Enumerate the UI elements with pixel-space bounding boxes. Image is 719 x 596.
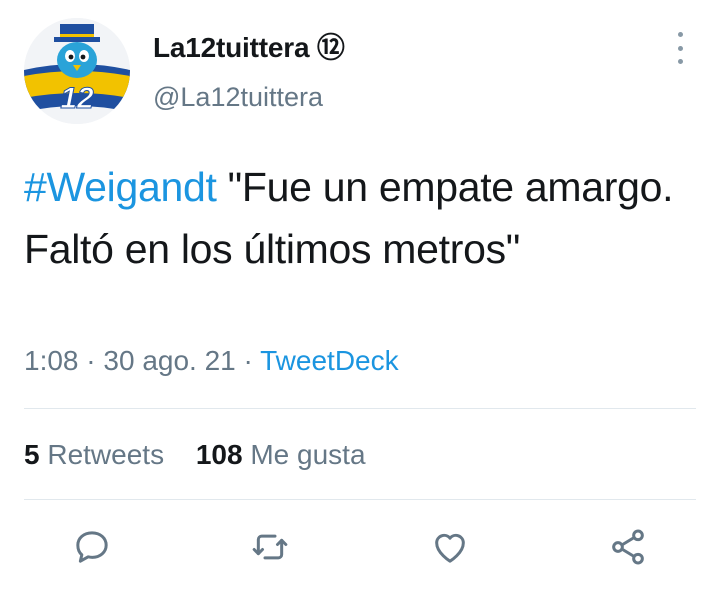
likes-count: 108: [195, 439, 243, 470]
retweets-count: 5: [24, 439, 40, 470]
tweet-stats: 5 Retweets 108 Me gusta: [24, 439, 390, 471]
display-name[interactable]: La12tuittera ⑫: [153, 26, 345, 66]
avatar-number: 12: [60, 82, 94, 115]
action-bar: [0, 525, 719, 573]
share-icon: [612, 529, 644, 565]
divider: [24, 408, 696, 409]
user-handle[interactable]: @La12tuittera: [153, 82, 323, 113]
retweets-stat[interactable]: 5 Retweets: [24, 439, 172, 470]
heart-icon: [435, 533, 465, 563]
tweet-source-link[interactable]: TweetDeck: [260, 345, 399, 376]
avatar-image: 12: [24, 18, 130, 124]
likes-label: Me gusta: [250, 439, 366, 470]
avatar[interactable]: 12: [24, 18, 130, 124]
meta-separator-2: ·: [243, 345, 253, 376]
divider: [24, 499, 696, 500]
meta-separator-1: ·: [86, 345, 96, 376]
reply-icon: [76, 531, 108, 563]
tweet-meta: 1:08 · 30 ago. 21 · TweetDeck: [24, 345, 399, 377]
tweet-text: #Weigandt "Fue un empate amargo. Faltó e…: [24, 156, 684, 280]
retweet-button[interactable]: [248, 525, 292, 569]
retweet-icon: [252, 534, 288, 560]
tweet-time[interactable]: 1:08: [24, 345, 79, 376]
likes-stat[interactable]: 108 Me gusta: [196, 439, 366, 470]
more-vertical-icon[interactable]: [668, 32, 692, 64]
hashtag-link[interactable]: #Weigandt: [24, 164, 217, 210]
reply-button[interactable]: [70, 525, 114, 569]
display-name-badge: ⑫: [316, 32, 345, 63]
share-button[interactable]: [606, 525, 650, 569]
tweet-date[interactable]: 30 ago. 21: [103, 345, 235, 376]
retweets-label: Retweets: [47, 439, 165, 470]
like-button[interactable]: [428, 525, 472, 569]
display-name-text: La12tuittera: [153, 32, 310, 63]
